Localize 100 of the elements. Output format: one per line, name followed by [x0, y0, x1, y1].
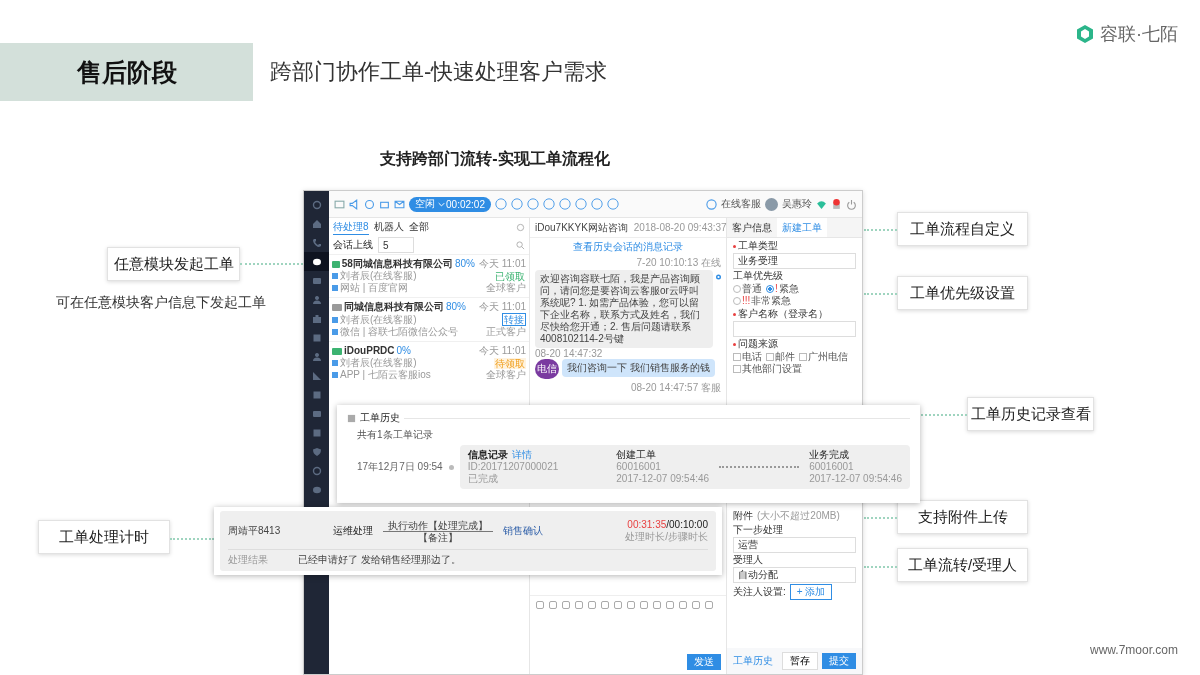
callout-note: 可在任意模块客户信息下发起工单 [56, 294, 266, 312]
time-limit: /00:10:00 [666, 519, 708, 530]
customer-select[interactable] [733, 321, 856, 337]
priority-radio[interactable]: !紧急 [766, 283, 799, 295]
record-title: 信息记录 [467, 449, 508, 461]
chat-time: 2018-08-20 09:43:37 [633, 222, 727, 233]
callout-label: 工单流程自定义 [897, 212, 1028, 246]
field-label: 受理人 [733, 554, 764, 566]
agent-icon [332, 273, 338, 279]
session-channel: 网站 | 百度官网 [340, 282, 409, 294]
agent-status[interactable]: 在线客服 [721, 197, 761, 211]
field-label: 附件 [733, 510, 753, 522]
list-tab[interactable]: 机器人 [373, 219, 404, 235]
chat-icon[interactable] [304, 252, 329, 271]
message-bubble: 我们咨询一下 我们销售服务的钱 [562, 359, 715, 377]
save-button[interactable]: 暂存 [782, 652, 818, 670]
status-label: 已领取 [494, 270, 526, 282]
elapsed-time: 00:31:35 [627, 519, 667, 530]
status-label: 待领取 [494, 357, 526, 369]
field-label: 客户名称（登录名） [733, 308, 856, 320]
step-code: 60016001 [616, 461, 662, 473]
field-label: 关注人设置: [733, 586, 786, 598]
session-name: 58同城信息科技有限公司 [341, 258, 453, 270]
call-control-icon[interactable] [607, 198, 619, 210]
next-step-select[interactable]: 运营 [733, 537, 856, 553]
field-label: 工单优先级 [733, 270, 784, 282]
source-checkbox[interactable]: 其他部门设置 [733, 363, 802, 375]
priority-radio[interactable]: 普通 [733, 283, 762, 295]
form-tab[interactable]: 客户信息 [727, 218, 777, 237]
channel-icon [332, 372, 338, 378]
callout-label: 任意模块发起工单 [107, 247, 240, 281]
channel-icon [332, 329, 338, 335]
speaker-icon[interactable] [349, 198, 360, 210]
status-label: 转接 [502, 313, 526, 326]
session-channel: 微信 | 容联七陌微信公众号 [340, 326, 459, 338]
message-time: 7-20 10:10:13 在线 [636, 256, 721, 270]
step-name: 业务完成 [809, 449, 851, 461]
source-checkbox[interactable]: 电话 [733, 351, 762, 363]
search-icon[interactable] [516, 240, 525, 250]
session-percent: 0% [396, 345, 411, 357]
website-url: www.7moor.com [1089, 643, 1178, 657]
callout-label: 工单处理计时 [38, 520, 170, 554]
session-item[interactable]: iDouPRDC 0% 今天 11:01 刘者辰(在线客服) 待领取 APP | 七陌云客服ios 全球客户 [329, 341, 529, 384]
session-agent: 刘者辰(在线客服) [340, 313, 417, 326]
add-button[interactable]: + 添加 [789, 584, 833, 600]
priority-radio[interactable]: !!!非常紧急 [733, 295, 792, 307]
list-tab[interactable]: 全部 [408, 219, 429, 235]
call-control-icon[interactable] [559, 198, 571, 210]
step-from: 运维处理 [333, 524, 373, 538]
session-time: 今天 11:01 [478, 345, 526, 357]
call-control-icon[interactable] [591, 198, 603, 210]
form-tab[interactable]: 新建工单 [777, 218, 827, 237]
message-time: 08-20 14:47:57 客服 [629, 381, 722, 395]
result-label: 处理结果 [228, 552, 268, 567]
slide-title: 跨部门协作工单-快速处理客户需求 [270, 58, 608, 86]
call-control-icon[interactable] [543, 198, 555, 210]
notification-icon[interactable] [831, 198, 842, 210]
message-time: 08-20 14:47:32 [535, 348, 603, 359]
call-control-icon[interactable] [495, 198, 507, 210]
caret-icon [438, 201, 445, 207]
session-item[interactable]: 同城信息科技有限公司 80% 今天 11:01 刘者辰(在线客服) 转接 微信 | 容联七陌微信公众号 正式客户 [329, 297, 529, 341]
attach-note: (大小不超过20MB) [757, 509, 840, 523]
field-label: 问题来源 [733, 338, 856, 350]
handler-name: 周靖平8413 [228, 524, 282, 538]
type-select[interactable]: 业务受理 [733, 253, 856, 269]
agent-name: 吴惠玲 [782, 197, 812, 211]
power-icon[interactable] [846, 198, 857, 210]
field-label: 下一步处理 [733, 524, 784, 536]
customer-avatar: 电信 [535, 359, 559, 379]
history-link[interactable]: 查看历史会话的消息记录 [573, 240, 683, 254]
callout-label: 工单历史记录查看 [967, 397, 1094, 431]
message-bubble: 欢迎咨询容联七陌，我是产品咨询顾问，请问您是要咨询云客服or云呼叫系统呢? 1. 如需产品体验，您可以留下企业名称，联系方式及姓名，我们尽快给您开通；2. 售后问题请联系4008102114-2号键 [535, 270, 713, 348]
assignee-select[interactable]: 自动分配 [733, 567, 856, 583]
field-label: 工单类型 [733, 240, 856, 252]
record-count: 共有1条工单记录 [356, 428, 434, 442]
wifi-icon [816, 198, 827, 210]
record-date: 17年12月7日 09:54 [357, 460, 443, 474]
stage-banner: 售后阶段 [0, 43, 253, 101]
action-note: 【备注】 [418, 531, 458, 543]
session-item[interactable]: 58同城信息科技有限公司 80% 今天 11:01 刘者辰(在线客服) 已领取 网站 | 百度官网 全球客户 [329, 254, 529, 297]
step-name: 创建工单 [616, 449, 658, 461]
avatar-icon [765, 197, 778, 211]
channel-icon [332, 285, 338, 291]
chat-title: iDou7KKYK网站咨询 [535, 220, 628, 235]
session-name: iDouPRDC [344, 345, 395, 357]
session-percent: 80% [446, 301, 466, 313]
source-checkbox[interactable]: 邮件 [766, 351, 795, 363]
list-icon [347, 413, 356, 423]
record-state: 已完成 [467, 473, 499, 485]
history-link[interactable]: 工单历史 [733, 654, 773, 668]
limit-label: 会话上线 [333, 238, 373, 252]
agent-icon [332, 360, 338, 366]
limit-select[interactable]: 5 [378, 237, 414, 253]
source-checkbox[interactable]: 广州电信 [799, 351, 848, 363]
callout-label: 工单流转/受理人 [897, 548, 1028, 582]
call-control-icon[interactable] [527, 198, 539, 210]
list-tab[interactable]: 待处理8 [333, 219, 369, 235]
session-name: 同城信息科技有限公司 [344, 301, 444, 313]
call-control-icon[interactable] [575, 198, 587, 210]
call-control-icon[interactable] [511, 198, 523, 210]
